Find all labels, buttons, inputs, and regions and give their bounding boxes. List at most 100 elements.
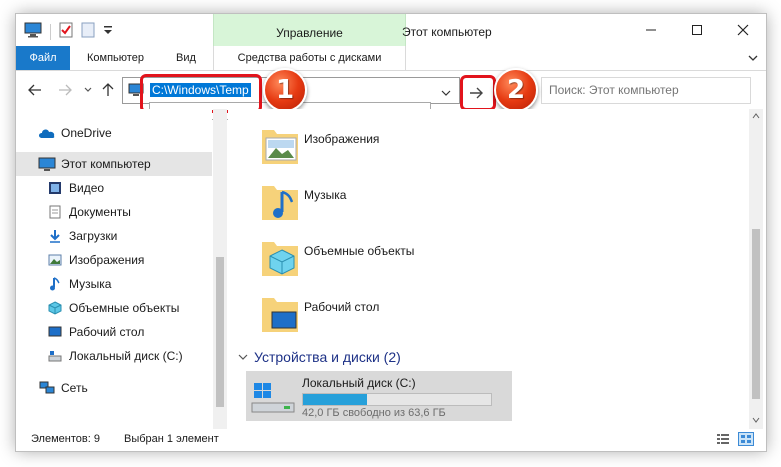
properties-icon[interactable] (59, 22, 73, 41)
navigation-scrollbar[interactable] (213, 109, 227, 429)
maximize-icon (692, 25, 702, 35)
separator (50, 23, 51, 40)
close-icon (737, 24, 749, 36)
drive-usage-bar (302, 393, 492, 406)
desktop-icon (46, 324, 64, 340)
sidebar-item-video[interactable]: Видео (16, 176, 212, 200)
up-button[interactable] (100, 82, 116, 98)
arrow-up-icon (102, 83, 114, 96)
sidebar-item-label: Видео (69, 181, 105, 195)
back-button[interactable] (27, 82, 43, 98)
arrow-left-icon (28, 84, 41, 96)
folder-pictures[interactable]: Изображения (260, 124, 500, 174)
forward-button[interactable] (57, 82, 73, 98)
pictures-icon (46, 252, 64, 268)
tab-disk-tools[interactable]: Средства работы с дисками (213, 46, 406, 70)
music-icon (46, 276, 64, 292)
search-box[interactable] (541, 77, 751, 104)
folder-desktop[interactable]: Рабочий стол (260, 292, 500, 342)
status-selected: Выбран 1 элемент (124, 433, 219, 445)
drive-icon (250, 379, 296, 418)
address-highlight-frame (140, 74, 262, 113)
content-pane: Изображения Музыка Объемные объекты Рабо… (228, 109, 748, 429)
sidebar-item-desktop[interactable]: Рабочий стол (16, 320, 212, 344)
go-highlight-frame (460, 75, 496, 111)
maximize-button[interactable] (674, 14, 720, 46)
drive-tile-c[interactable]: Локальный диск (C:) 42,0 ГБ свободно из … (246, 371, 512, 421)
3d-objects-folder-icon (260, 242, 300, 281)
drive-icon (46, 348, 64, 364)
minimize-button[interactable] (628, 14, 674, 46)
folder-label: Изображения (304, 132, 380, 146)
sidebar-item-downloads[interactable]: Загрузки (16, 224, 212, 248)
scroll-down-icon[interactable] (749, 413, 763, 427)
sidebar-item-3d-objects[interactable]: Объемные объекты (16, 296, 212, 320)
scrollbar-thumb[interactable] (752, 229, 760, 399)
folder-3d-objects[interactable]: Объемные объекты (260, 236, 500, 286)
sidebar-item-documents[interactable]: Документы (16, 200, 212, 224)
drive-usage-fill (303, 394, 367, 405)
chevron-down-icon (238, 354, 248, 360)
close-button[interactable] (720, 14, 766, 46)
sidebar-item-label: Документы (69, 205, 131, 219)
sidebar-item-onedrive[interactable]: OneDrive (16, 121, 212, 145)
music-folder-icon (260, 186, 300, 225)
sidebar-item-label: Локальный диск (C:) (69, 349, 183, 363)
pictures-folder-icon (260, 130, 300, 169)
expand-ribbon-icon[interactable] (748, 52, 758, 66)
sidebar-item-label: Объемные объекты (69, 301, 180, 315)
scrollbar-thumb[interactable] (216, 257, 224, 407)
tab-computer[interactable]: Компьютер (87, 46, 144, 70)
sidebar-item-label: Рабочий стол (69, 325, 145, 339)
sidebar-item-this-pc[interactable]: Этот компьютер (16, 152, 212, 176)
customize-qat-icon[interactable] (103, 24, 113, 39)
download-icon (46, 228, 64, 244)
desktop-folder-icon (260, 298, 300, 337)
drive-free-space: 42,0 ГБ свободно из 63,6 ГБ (302, 407, 446, 419)
tab-view[interactable]: Вид (176, 46, 196, 70)
devices-group-title: Устройства и диски (2) (254, 349, 401, 365)
search-input[interactable] (547, 82, 746, 98)
sidebar-item-label: Этот компьютер (61, 157, 151, 171)
computer-icon (38, 156, 56, 172)
sidebar-item-music[interactable]: Музыка (16, 272, 212, 296)
sidebar-item-local-disk[interactable]: Локальный диск (C:) (16, 344, 212, 368)
folder-label: Рабочий стол (304, 300, 380, 314)
document-icon (46, 204, 64, 220)
arrow-right-icon (59, 84, 72, 96)
ribbon-context-header: Управление (213, 14, 406, 46)
computer-icon[interactable] (24, 22, 42, 41)
status-item-count: Элементов: 9 (31, 433, 100, 445)
callout-badge-2: 2 (494, 68, 538, 112)
window-title: Этот компьютер (402, 25, 492, 39)
folder-label: Объемные объекты (304, 244, 415, 258)
tab-file[interactable]: Файл (16, 46, 70, 70)
sidebar-item-label: Изображения (69, 253, 145, 267)
sidebar-item-label: Сеть (61, 381, 88, 395)
address-dropdown-icon[interactable] (441, 86, 451, 100)
recent-locations-button[interactable] (80, 82, 96, 98)
status-bar: Элементов: 9 Выбран 1 элемент (16, 429, 766, 451)
tiles-view-icon[interactable] (738, 432, 754, 449)
new-folder-icon[interactable] (81, 22, 95, 41)
callout-badge-1: 1 (263, 68, 307, 112)
minimize-icon (646, 29, 656, 31)
ribbon-context-title: Управление (276, 26, 343, 40)
details-view-icon[interactable] (716, 432, 730, 449)
3d-objects-icon (46, 300, 64, 316)
title-bar: Управление Этот компьютер (16, 14, 766, 46)
navigation-pane: OneDrive Этот компьютер Видео Документы … (16, 109, 212, 429)
devices-group-header[interactable]: Устройства и диски (2) (238, 349, 401, 365)
content-scrollbar[interactable] (749, 109, 763, 429)
sidebar-item-label: OneDrive (61, 126, 112, 140)
scroll-up-icon[interactable] (749, 109, 763, 123)
quick-access-toolbar (24, 22, 113, 41)
folder-music[interactable]: Музыка (260, 180, 500, 230)
sidebar-item-pictures[interactable]: Изображения (16, 248, 212, 272)
drive-name: Локальный диск (C:) (302, 376, 416, 390)
folder-label: Музыка (304, 188, 347, 202)
ribbon-tabs: Файл Компьютер Вид Средства работы с дис… (16, 46, 766, 71)
sidebar-item-network[interactable]: Сеть (16, 376, 212, 400)
file-explorer-window: Управление Этот компьютер Файл Компьютер… (16, 14, 766, 451)
chevron-down-icon (84, 87, 92, 92)
